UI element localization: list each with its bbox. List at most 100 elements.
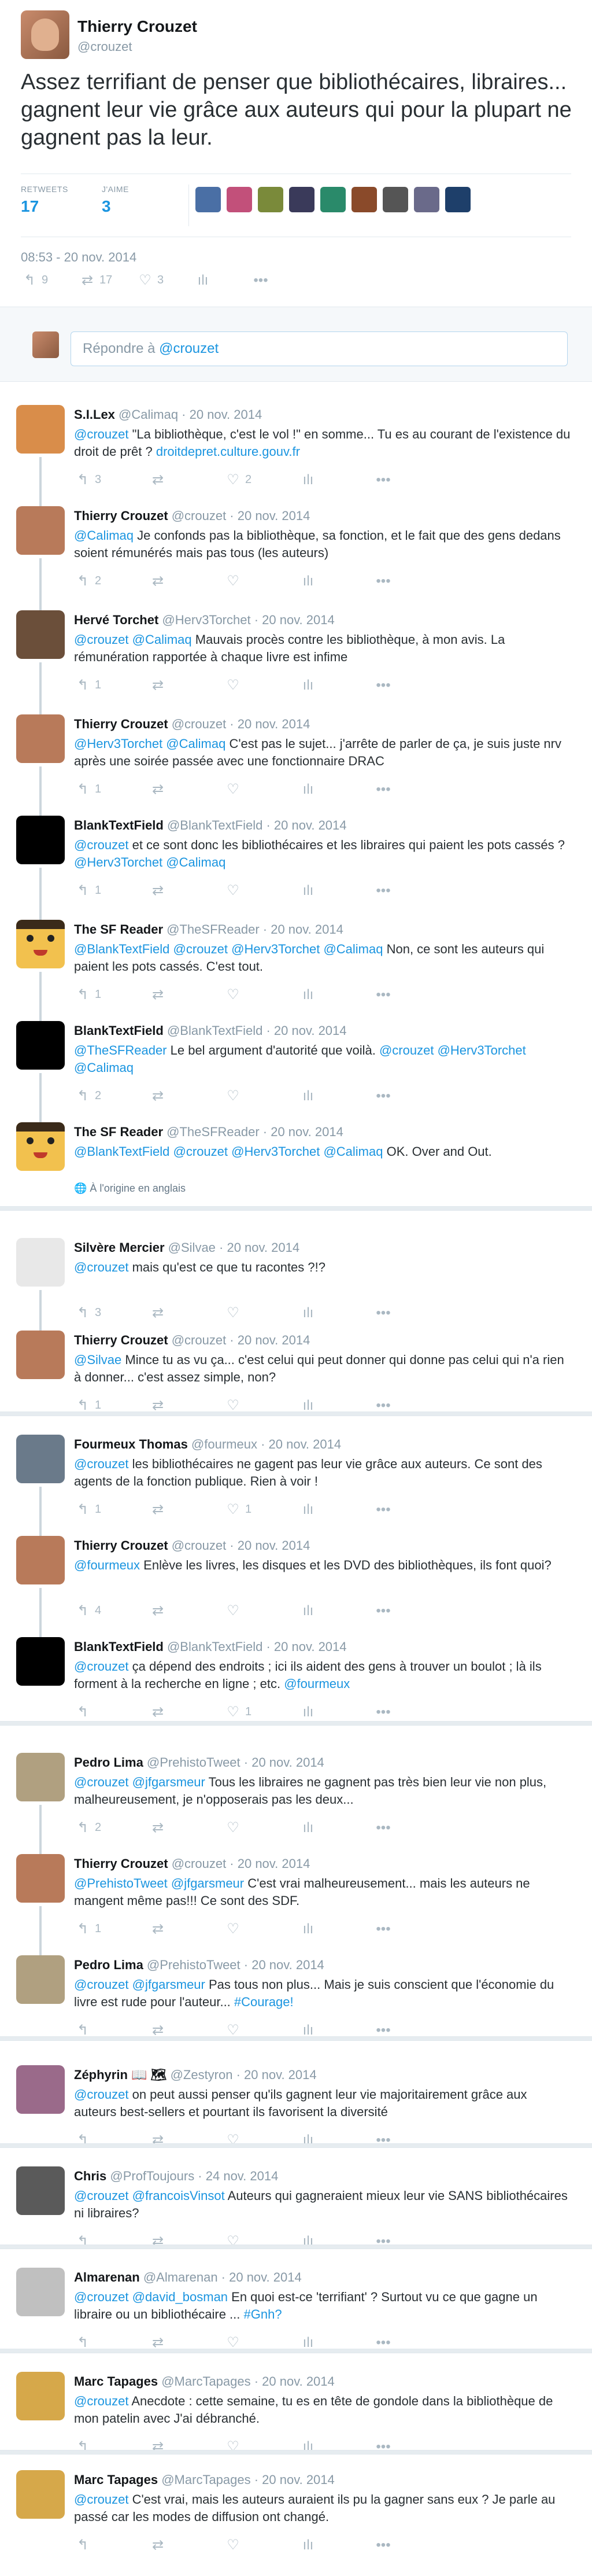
reply-handle-date[interactable]: @Herv3Torchet · 20 nov. 2014 bbox=[158, 613, 334, 627]
reply-author-name[interactable]: The SF Reader bbox=[74, 1125, 163, 1139]
reply-icon[interactable]: ↰ bbox=[74, 882, 91, 899]
avatar[interactable] bbox=[414, 187, 439, 212]
avatar[interactable] bbox=[320, 187, 346, 212]
reply-icon[interactable]: ↰ bbox=[74, 677, 91, 694]
reply-author-name[interactable]: Almarenan bbox=[74, 2270, 140, 2284]
reply-author-name[interactable]: Chris bbox=[74, 2169, 106, 2183]
avatar[interactable] bbox=[16, 816, 65, 864]
like-icon[interactable]: ♡ bbox=[224, 781, 242, 798]
avatar[interactable] bbox=[16, 1238, 65, 1287]
avatar[interactable] bbox=[289, 187, 314, 212]
retweet-icon[interactable]: ⇄ bbox=[149, 781, 166, 798]
translation-note[interactable]: 🌐 À l'origine en anglais bbox=[74, 1182, 186, 1195]
like-icon[interactable]: ♡ bbox=[224, 882, 242, 899]
like-icon[interactable]: ♡ bbox=[224, 1819, 242, 1836]
avatar[interactable] bbox=[352, 187, 377, 212]
more-icon[interactable]: ••• bbox=[375, 1603, 392, 1619]
reply-icon[interactable]: ↰ bbox=[21, 272, 38, 289]
avatar[interactable] bbox=[16, 1536, 65, 1584]
reply-handle-date[interactable]: @MarcTapages · 20 nov. 2014 bbox=[158, 2472, 335, 2487]
retweet-icon[interactable]: ⇄ bbox=[79, 272, 96, 289]
more-icon[interactable]: ••• bbox=[375, 1820, 392, 1836]
reply-handle-date[interactable]: @BlankTextField · 20 nov. 2014 bbox=[164, 818, 347, 832]
analytics-icon[interactable]: ılı bbox=[299, 1305, 317, 1321]
retweet-icon[interactable]: ⇄ bbox=[149, 1704, 166, 1720]
analytics-icon[interactable]: ılı bbox=[299, 987, 317, 1003]
retweet-icon[interactable]: ⇄ bbox=[149, 471, 166, 488]
retweet-icon[interactable]: ⇄ bbox=[149, 882, 166, 899]
reply-icon[interactable]: ↰ bbox=[74, 471, 91, 488]
avatar[interactable] bbox=[227, 187, 252, 212]
more-icon[interactable]: ••• bbox=[375, 573, 392, 589]
retweet-icon[interactable]: ⇄ bbox=[149, 1819, 166, 1836]
like-icon[interactable]: ♡ bbox=[224, 1501, 242, 1518]
reply-icon[interactable]: ↰ bbox=[74, 1304, 91, 1321]
reply-author-name[interactable]: Zéphyrin 📖 🗺 bbox=[74, 2068, 166, 2082]
like-icon[interactable]: ♡ bbox=[224, 1921, 242, 1937]
retweets-stat[interactable]: RETWEETS 17 bbox=[21, 185, 68, 216]
reply-author-name[interactable]: Thierry Crouzet bbox=[74, 1333, 168, 1347]
retweet-icon[interactable]: ⇄ bbox=[149, 1602, 166, 1619]
reply-handle-date[interactable]: @crouzet · 20 nov. 2014 bbox=[168, 1856, 310, 1871]
like-icon[interactable]: ♡ bbox=[224, 2537, 242, 2553]
avatar[interactable] bbox=[16, 1753, 65, 1801]
reply-author-name[interactable]: BlankTextField bbox=[74, 818, 164, 832]
avatar[interactable] bbox=[16, 1637, 65, 1686]
reply-icon[interactable]: ↰ bbox=[74, 986, 91, 1003]
analytics-icon[interactable]: ılı bbox=[299, 573, 317, 589]
reply-author-name[interactable]: Thierry Crouzet bbox=[74, 508, 168, 523]
reply-author-name[interactable]: S.I.Lex bbox=[74, 407, 115, 422]
avatar[interactable] bbox=[16, 506, 65, 555]
reply-author-name[interactable]: BlankTextField bbox=[74, 1639, 164, 1654]
avatar[interactable] bbox=[16, 1122, 65, 1171]
reply-icon[interactable]: ↰ bbox=[74, 1501, 91, 1518]
analytics-icon[interactable]: ılı bbox=[299, 883, 317, 899]
avatar[interactable] bbox=[445, 187, 471, 212]
likes-stat[interactable]: J'AIME 3 bbox=[102, 185, 129, 216]
reply-author-name[interactable]: Pedro Lima bbox=[74, 1755, 143, 1770]
avatar[interactable] bbox=[16, 1021, 65, 1070]
retweet-icon[interactable]: ⇄ bbox=[149, 573, 166, 589]
like-icon[interactable]: ♡ bbox=[224, 677, 242, 694]
avatar[interactable] bbox=[21, 10, 69, 59]
author-handle[interactable]: @crouzet bbox=[77, 39, 132, 54]
reply-handle-date[interactable]: @crouzet · 20 nov. 2014 bbox=[168, 717, 310, 731]
analytics-icon[interactable]: ılı bbox=[299, 1704, 317, 1720]
avatar[interactable] bbox=[16, 610, 65, 659]
reply-icon[interactable]: ↰ bbox=[74, 1921, 91, 1937]
avatar[interactable] bbox=[16, 1331, 65, 1379]
more-icon[interactable]: ••• bbox=[375, 2537, 392, 2553]
reply-author-name[interactable]: Pedro Lima bbox=[74, 1958, 143, 1972]
like-icon[interactable]: ♡ bbox=[224, 1088, 242, 1104]
more-icon[interactable]: ••• bbox=[375, 1704, 392, 1720]
avatar[interactable] bbox=[16, 2268, 65, 2316]
reply-handle-date[interactable]: @Almarenan · 20 nov. 2014 bbox=[140, 2270, 302, 2284]
like-icon[interactable]: ♡ bbox=[136, 272, 154, 289]
reply-author-name[interactable]: Hervé Torchet bbox=[74, 613, 158, 627]
reply-handle-date[interactable]: @BlankTextField · 20 nov. 2014 bbox=[164, 1023, 347, 1038]
analytics-icon[interactable]: ılı bbox=[299, 1921, 317, 1937]
reply-handle-date[interactable]: @MarcTapages · 20 nov. 2014 bbox=[158, 2374, 335, 2389]
like-icon[interactable]: ♡ bbox=[224, 986, 242, 1003]
reply-handle-date[interactable]: @Zestyron · 20 nov. 2014 bbox=[166, 2068, 317, 2082]
reply-handle-date[interactable]: @crouzet · 20 nov. 2014 bbox=[168, 1333, 310, 1347]
analytics-icon[interactable]: ılı bbox=[299, 677, 317, 694]
avatar[interactable] bbox=[195, 187, 221, 212]
retweet-icon[interactable]: ⇄ bbox=[149, 1088, 166, 1104]
reply-handle-date[interactable]: @BlankTextField · 20 nov. 2014 bbox=[164, 1639, 347, 1654]
retweet-icon[interactable]: ⇄ bbox=[149, 1921, 166, 1937]
avatar[interactable] bbox=[16, 920, 65, 968]
avatar[interactable] bbox=[16, 714, 65, 763]
retweet-icon[interactable]: ⇄ bbox=[149, 1501, 166, 1518]
reply-author-name[interactable]: Thierry Crouzet bbox=[74, 1538, 168, 1553]
retweet-icon[interactable]: ⇄ bbox=[149, 2537, 166, 2553]
like-icon[interactable]: ♡ bbox=[224, 1304, 242, 1321]
reply-author-name[interactable]: Silvère Mercier bbox=[74, 1240, 165, 1255]
reply-author-name[interactable]: Thierry Crouzet bbox=[74, 1856, 168, 1871]
analytics-icon[interactable]: ılı bbox=[299, 1820, 317, 1836]
avatar[interactable] bbox=[258, 187, 283, 212]
more-icon[interactable]: ••• bbox=[375, 883, 392, 899]
avatar[interactable] bbox=[16, 2470, 65, 2519]
reply-author-name[interactable]: Thierry Crouzet bbox=[74, 717, 168, 731]
retweet-icon[interactable]: ⇄ bbox=[149, 986, 166, 1003]
